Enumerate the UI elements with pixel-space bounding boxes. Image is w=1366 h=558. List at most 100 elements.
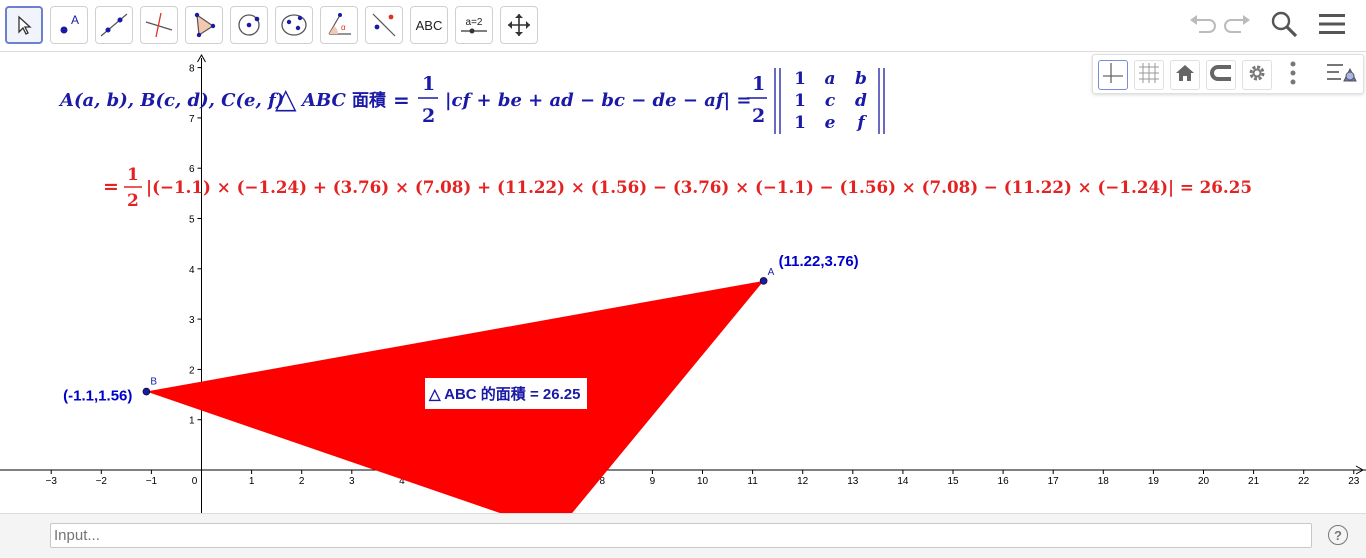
grid-icon: [1138, 62, 1160, 88]
y-tick-label: 6: [189, 164, 195, 175]
move-view-icon: [506, 12, 532, 38]
svg-text:A: A: [71, 13, 79, 27]
redo-icon: [1223, 12, 1253, 40]
circle-tool-button[interactable]: [230, 6, 268, 44]
input-bar: ?: [0, 513, 1366, 558]
undo-icon: [1187, 12, 1217, 40]
settings-button[interactable]: [1242, 60, 1272, 90]
x-tick-label: 19: [1148, 476, 1160, 487]
x-tick-label: −2: [96, 476, 108, 487]
help-icon: ?: [1334, 527, 1342, 543]
home-icon: [1175, 63, 1195, 87]
y-tick-label: 3: [189, 315, 195, 326]
formula-equals: =: [393, 88, 410, 112]
fraction-denominator: 2: [422, 105, 435, 127]
matrix-cell: 1: [794, 91, 806, 111]
x-tick-label: 2: [299, 476, 305, 487]
undo-button[interactable]: [1184, 8, 1220, 44]
matrix-cell: c: [825, 91, 836, 111]
area-label[interactable]: △ ABC 的面積 = 26.25: [425, 378, 587, 409]
grid-toggle-button[interactable]: [1134, 60, 1164, 90]
x-tick-label: 23: [1348, 476, 1360, 487]
perpendicular-line-icon: [144, 12, 174, 38]
x-tick-label: 12: [797, 476, 809, 487]
point-A-coordinates: (11.22,3.76): [779, 253, 859, 270]
formula-area-word: 面積: [352, 90, 387, 111]
line-tool-button[interactable]: [95, 6, 133, 44]
formula-numeric[interactable]: = 1 2 |(−1.1) × (−1.24) + (3.76) × (7.08…: [103, 165, 1252, 211]
matrix-cell: b: [855, 69, 867, 89]
search-button[interactable]: [1266, 8, 1302, 44]
fraction2-denominator: 2: [752, 105, 765, 127]
graphics-canvas[interactable]: −3−2−10123456789101112131415161718192021…: [0, 53, 1366, 513]
slider-tool-button[interactable]: a=2: [455, 6, 493, 44]
svg-text:α: α: [341, 23, 346, 32]
x-tick-label: 0: [192, 476, 198, 487]
x-tick-label: 14: [897, 476, 909, 487]
move-graphics-tool-button[interactable]: [500, 6, 538, 44]
help-button[interactable]: ?: [1328, 525, 1348, 545]
fraction2-numerator: 1: [752, 73, 765, 95]
line-through-points-icon: [99, 12, 129, 38]
graphics-style-bar: [1092, 54, 1364, 94]
search-icon: [1269, 9, 1299, 43]
text-tool-button[interactable]: ABC: [410, 6, 448, 44]
redo-button[interactable]: [1220, 8, 1256, 44]
settings-icon: [1247, 63, 1267, 87]
point-B-name: B: [150, 377, 157, 388]
fraction-numerator: 1: [422, 73, 435, 95]
polygon-tool-button[interactable]: [185, 6, 223, 44]
x-tick-label: 15: [947, 476, 959, 487]
ellipse-icon: [279, 12, 309, 38]
x-tick-label: 22: [1298, 476, 1310, 487]
x-tick-label: 20: [1198, 476, 1210, 487]
triangle-symbol: △: [275, 82, 297, 115]
text-icon: ABC: [415, 17, 443, 33]
y-tick-label: 4: [189, 265, 195, 276]
coordinate-axes: −3−2−10123456789101112131415161718192021…: [0, 53, 1366, 513]
matrix-cell: f: [856, 113, 867, 133]
x-tick-label: 13: [847, 476, 859, 487]
menu-icon: [1318, 12, 1346, 40]
perpendicular-line-tool-button[interactable]: [140, 6, 178, 44]
more-icon: [1289, 61, 1297, 89]
matrix-cell: e: [825, 113, 836, 133]
point-capturing-icon: [1209, 63, 1233, 87]
x-tick-label: 17: [1048, 476, 1060, 487]
y-tick-label: 2: [189, 365, 195, 376]
x-tick-label: −1: [146, 476, 158, 487]
point-A-icon: A: [54, 12, 84, 38]
slider-icon: a=2: [460, 17, 488, 34]
formula-points: A(a, b), B(c, d), C(e, f): [58, 90, 284, 111]
formula2-expression: |(−1.1) × (−1.24) + (3.76) × (7.08) + (1…: [146, 178, 1252, 198]
toolbar: A α ABC a=2: [0, 0, 1366, 52]
x-tick-label: 9: [650, 476, 656, 487]
standard-view-button[interactable]: [1170, 60, 1200, 90]
matrix-cell: 1: [794, 113, 806, 133]
point-A[interactable]: [759, 277, 768, 285]
point-A-name: A: [768, 267, 775, 278]
y-tick-label: 7: [189, 114, 195, 125]
angle-tool-button[interactable]: α: [320, 6, 358, 44]
x-tick-label: 3: [349, 476, 355, 487]
move-tool-button[interactable]: [5, 6, 43, 44]
point-tool-button[interactable]: A: [50, 6, 88, 44]
x-tick-label: 11: [747, 476, 758, 487]
axes-toggle-button[interactable]: [1098, 60, 1128, 90]
matrix-cell: 1: [794, 69, 806, 89]
graphics-view[interactable]: −3−2−10123456789101112131415161718192021…: [0, 53, 1366, 513]
y-tick-label: 1: [189, 416, 195, 427]
formula-general[interactable]: A(a, b), B(c, d), C(e, f) △ ABC 面積 = 1 2…: [58, 68, 885, 134]
point-capturing-button[interactable]: [1206, 60, 1236, 90]
x-tick-label: 18: [1098, 476, 1110, 487]
more-button[interactable]: [1278, 60, 1308, 90]
point-B[interactable]: [142, 387, 151, 396]
main-menu-button[interactable]: [1314, 8, 1350, 44]
toggle-style-bar-button[interactable]: [1322, 60, 1360, 90]
algebra-input[interactable]: [50, 523, 1312, 548]
ellipse-tool-button[interactable]: [275, 6, 313, 44]
reflect-tool-button[interactable]: [365, 6, 403, 44]
circle-center-point-icon: [234, 12, 264, 38]
x-tick-label: 16: [998, 476, 1010, 487]
formula2-equals: =: [103, 176, 119, 198]
